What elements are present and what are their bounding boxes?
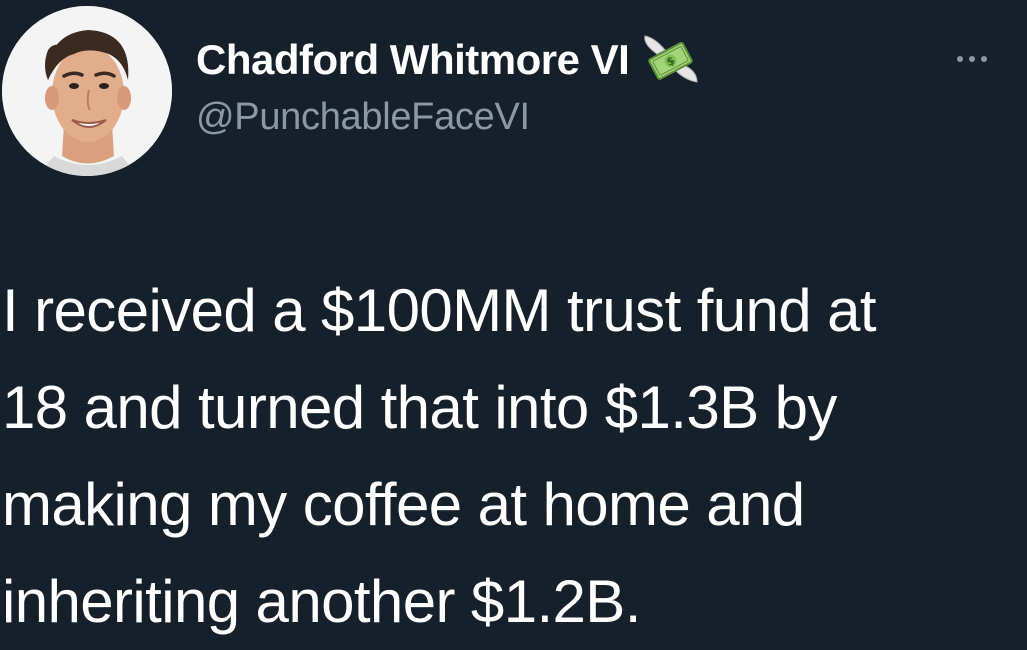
tweet-text-line: I received a $100MM trust fund at — [2, 277, 877, 344]
author-name-row: Chadford Whitmore VI $ — [196, 34, 699, 86]
tweet-text-line: making my coffee at home and — [2, 471, 805, 538]
more-options-button[interactable] — [948, 44, 996, 74]
tweet-text-line: inheriting another $1.2B. — [2, 568, 641, 635]
tweet-card[interactable]: Chadford Whitmore VI $ @PunchableFaceVI — [0, 0, 1027, 641]
author-handle[interactable]: @PunchableFaceVI — [196, 96, 699, 139]
money-with-wings-icon: $ — [641, 34, 699, 86]
author-display-name[interactable]: Chadford Whitmore VI — [196, 36, 630, 84]
tweet-text-line: 18 and turned that into $1.3B by — [2, 374, 837, 441]
tweet-author: Chadford Whitmore VI $ @PunchableFaceVI — [196, 34, 699, 139]
avatar-photo — [2, 6, 172, 176]
avatar[interactable] — [2, 6, 172, 176]
tweet-text: I received a $100MM trust fund at 18 and… — [2, 262, 1012, 650]
more-horizontal-icon — [957, 56, 987, 62]
